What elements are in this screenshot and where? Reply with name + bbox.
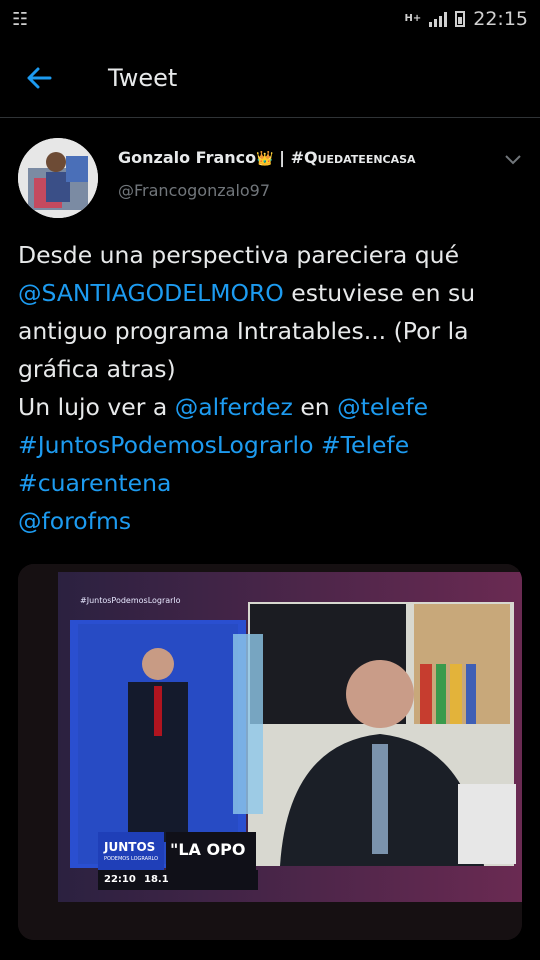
user-info[interactable]: Gonzalo Franco👑 | #Quedateencasa @Franco… [118,148,416,200]
tweet-link[interactable]: @SANTIAGODELMORO [18,279,284,307]
status-bar: ☷ H+ 22:15 [0,0,540,38]
display-name-suffix: | #Quedateencasa [273,148,416,167]
tweet-link[interactable]: @alferdez [175,393,293,421]
back-arrow-icon[interactable] [26,67,68,89]
tv-temp: 18.1 [144,874,169,885]
tweet-text-segment: Desde una perspectiva pareciera qué [18,241,460,269]
display-name-text: Gonzalo Franco [118,148,257,167]
tweet-link[interactable]: #cuarentena [18,469,171,497]
tv-hashtag-overlay: #JuntosPodemosLograrlo [80,596,181,605]
tv-clock: 22:10 [104,874,136,885]
clock: 22:15 [473,8,528,30]
tweet-link[interactable]: #Telefe [321,431,409,459]
tweet-header: Gonzalo Franco👑 | #Quedateencasa @Franco… [18,138,522,220]
chevron-down-icon[interactable] [504,150,522,171]
signal-icon [429,11,448,27]
tweet-link[interactable]: @telefe [337,393,428,421]
tweet-link[interactable]: #JuntosPodemosLograrlo [18,431,313,459]
tweet-text-segment [313,431,320,459]
avatar[interactable] [18,138,98,218]
tv-brand-sub: PODEMOS LOGRARLO [104,856,159,862]
crown-emoji: 👑 [256,151,274,167]
app-header: Tweet [0,38,540,118]
page-title: Tweet [108,63,178,92]
tweet-text: Desde una perspectiva pareciera qué @SAN… [18,236,518,540]
tweet-link[interactable]: @forofms [18,507,131,535]
battery-icon [455,11,466,27]
status-icons: H+ 22:15 [404,8,528,30]
user-handle[interactable]: @Francogonzalo97 [118,181,416,200]
tweet-text-segment: en [292,393,338,421]
notification-list-icon: ☷ [12,8,29,30]
tweet-media[interactable]: #JuntosPodemosLograrlo JUNTOS PODEMOS LO… [18,564,522,940]
display-name[interactable]: Gonzalo Franco👑 | #Quedateencasa [118,148,416,167]
tv-headline: "LA OPO [170,840,246,859]
network-indicator: H+ [404,13,422,24]
tv-brand: JUNTOS [104,840,156,854]
